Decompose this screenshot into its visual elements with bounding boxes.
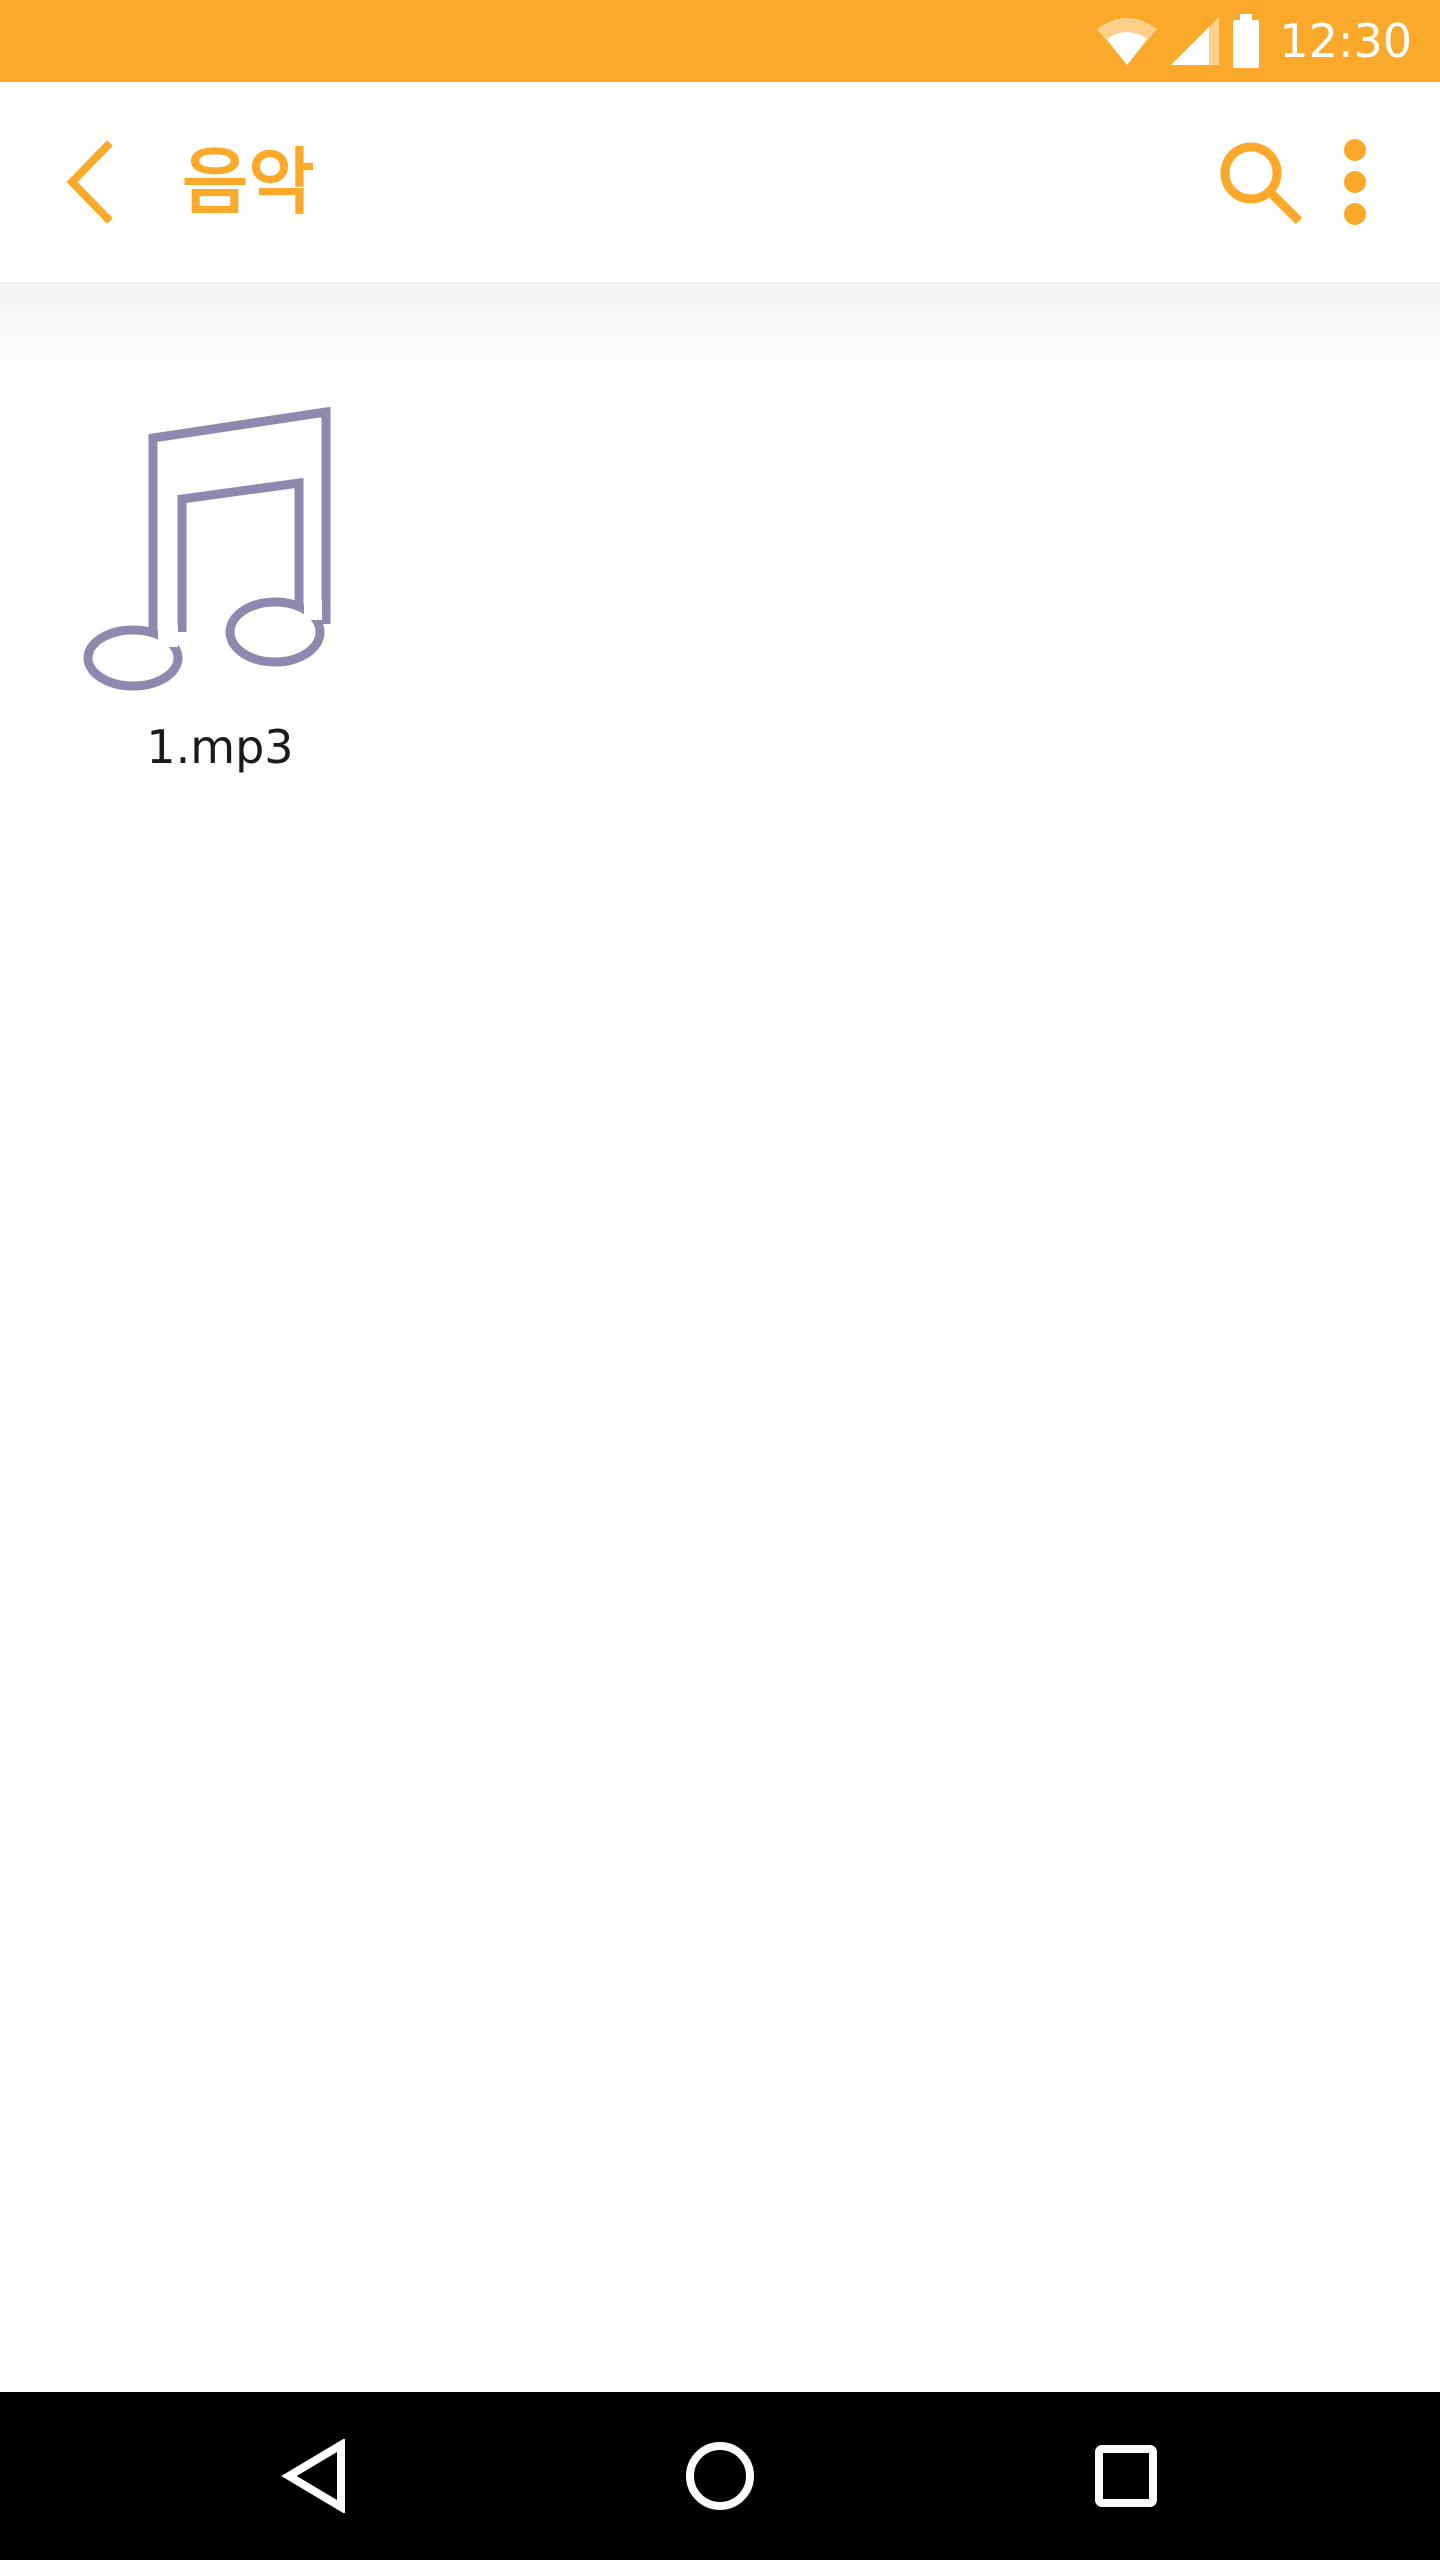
home-circle-icon — [686, 2442, 754, 2510]
chevron-left-icon — [66, 140, 113, 224]
status-bar: 12:30 — [0, 0, 1440, 82]
file-browser-screen: 12:30 음악 1.mp3 — [0, 0, 1440, 2560]
file-grid: 1.mp3 — [0, 392, 1440, 2390]
overflow-menu-button[interactable] — [1320, 132, 1390, 232]
nav-back-button[interactable] — [256, 2416, 376, 2536]
wifi-icon — [1097, 18, 1158, 65]
battery-icon — [1233, 14, 1260, 68]
navigation-bar — [0, 2392, 1440, 2560]
file-item[interactable]: 1.mp3 — [60, 392, 380, 802]
file-name: 1.mp3 — [146, 720, 294, 774]
music-note-icon — [83, 406, 331, 691]
nav-home-button[interactable] — [660, 2416, 780, 2536]
app-bar-shadow — [0, 282, 1440, 392]
back-button[interactable] — [40, 132, 140, 232]
back-triangle-icon — [281, 2439, 345, 2513]
nav-recents-button[interactable] — [1066, 2416, 1186, 2536]
search-icon — [1220, 142, 1303, 225]
more-vertical-icon — [1344, 139, 1366, 225]
page-title: 음악 — [182, 140, 315, 224]
status-icons: 12:30 — [1095, 0, 1412, 82]
status-clock: 12:30 — [1279, 14, 1412, 68]
cellular-signal-icon — [1171, 17, 1220, 65]
recents-square-icon — [1095, 2445, 1157, 2507]
search-button[interactable] — [1200, 132, 1320, 232]
app-bar: 음악 — [0, 82, 1440, 282]
